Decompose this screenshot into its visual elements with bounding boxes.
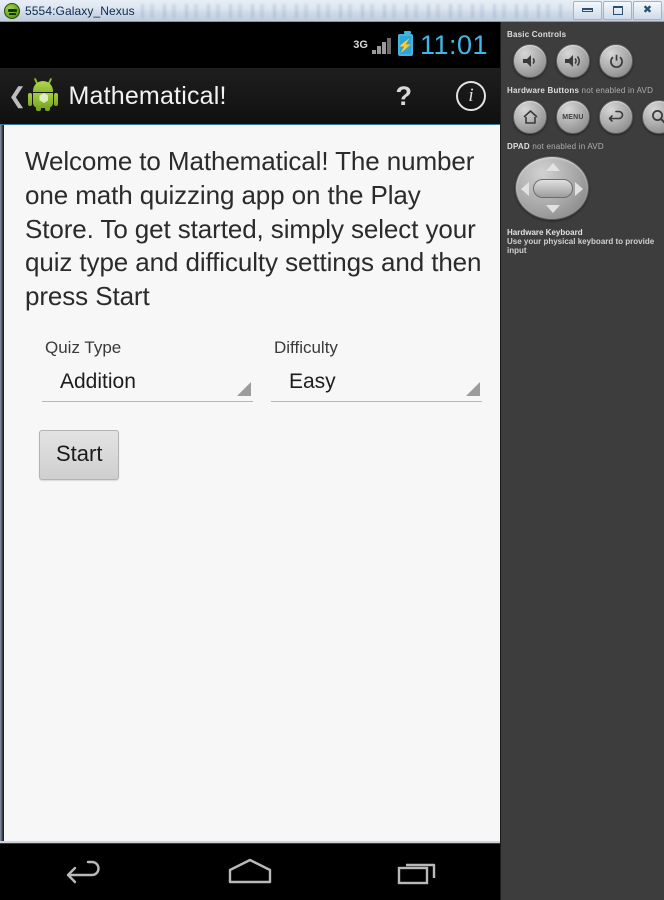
hardware-buttons-row: MENU [507, 100, 664, 134]
volume-down-button[interactable] [513, 44, 547, 78]
android-status-bar: 3G ⚡ 11:01 [0, 22, 500, 68]
nav-recents-button[interactable] [333, 844, 500, 900]
volume-up-button[interactable] [556, 44, 590, 78]
signal-bars-icon [371, 37, 391, 54]
android-robot-icon [28, 77, 59, 111]
nav-home-button[interactable] [167, 844, 334, 900]
difficulty-label: Difficulty [274, 337, 338, 357]
close-icon: ✖ [642, 3, 653, 16]
maximize-icon [612, 5, 623, 15]
dpad-down-icon[interactable] [546, 205, 560, 213]
window-titlebar: 5554:Galaxy_Nexus ✖ [0, 0, 664, 22]
battery-charging-icon: ⚡ [397, 31, 414, 56]
start-button[interactable]: Start [39, 429, 120, 480]
app-content: Welcome to Mathematical! The number one … [4, 125, 500, 865]
app-title: Mathematical! [68, 81, 227, 110]
recents-icon [397, 863, 435, 885]
window-controls: ✖ [572, 0, 662, 21]
difficulty-value: Easy [289, 369, 336, 393]
hardware-buttons-note: not enabled in AVD [581, 86, 654, 95]
welcome-text: Welcome to Mathematical! The number one … [25, 146, 482, 312]
dpad-note: not enabled in AVD [532, 142, 604, 151]
charging-bolt-glyph: ⚡ [397, 37, 414, 53]
android-navigation-bar [0, 843, 500, 900]
nav-back-button[interactable] [0, 844, 167, 900]
power-icon [609, 54, 623, 68]
hw-home-button[interactable] [513, 100, 547, 134]
emulator-control-panel: Basic Controls Hardware Buttons not enab… [500, 22, 664, 900]
maximize-button[interactable] [603, 0, 632, 20]
difficulty-spinner[interactable]: Easy [271, 370, 482, 402]
quiz-type-spinner-group: Quiz Type Addition [42, 338, 253, 402]
app-action-bar: ❮ Mathematical! ? i [0, 68, 500, 125]
quiz-type-label: Quiz Type [45, 337, 122, 357]
dpad-heading: DPAD not enabled in AVD [507, 142, 604, 151]
minimize-icon [582, 8, 593, 12]
dpad-center-button[interactable] [533, 179, 573, 198]
hardware-keyboard-subtitle: Use your physical keyboard to provide in… [507, 237, 655, 255]
dpad-left-icon[interactable] [521, 182, 529, 196]
minimize-button[interactable] [573, 0, 602, 20]
volume-low-icon [522, 55, 535, 67]
home-icon [228, 858, 272, 884]
android-head-icon [4, 2, 20, 19]
emulator-window: 5554:Galaxy_Nexus ✖ Basic Controls Hardw… [0, 0, 664, 900]
network-type-label: 3G [353, 39, 368, 51]
power-button[interactable] [599, 44, 633, 78]
back-arrow-icon [608, 110, 623, 122]
search-icon [652, 110, 664, 124]
dpad-up-icon[interactable] [546, 163, 560, 171]
dpad-right-icon[interactable] [575, 182, 583, 196]
hw-search-button[interactable] [642, 100, 664, 134]
basic-controls-heading: Basic Controls [507, 30, 567, 39]
quiz-type-value: Addition [60, 369, 136, 393]
info-button[interactable]: i [456, 81, 486, 111]
volume-high-icon [564, 55, 580, 67]
hardware-buttons-heading: Hardware Buttons not enabled in AVD [507, 86, 654, 95]
home-icon [522, 110, 538, 124]
close-button[interactable]: ✖ [633, 0, 662, 20]
window-title: 5554:Galaxy_Nexus [25, 3, 135, 18]
phone-screen: 3G ⚡ 11:01 ❮ Mathematical! ? i Welcome t… [0, 22, 500, 900]
dpad-control[interactable] [515, 156, 589, 220]
hw-menu-button[interactable]: MENU [556, 100, 590, 134]
titlebar-reflection [140, 3, 566, 18]
basic-controls-row [507, 44, 658, 78]
chevron-down-icon [237, 381, 251, 396]
settings-row: Quiz Type Addition Difficulty Easy [25, 338, 482, 402]
chevron-down-icon [466, 381, 480, 396]
up-navigation-chevron-icon[interactable]: ❮ [8, 85, 26, 107]
quiz-type-spinner[interactable]: Addition [42, 370, 253, 402]
help-button[interactable]: ? [396, 81, 413, 112]
menu-label: MENU [562, 113, 584, 121]
difficulty-spinner-group: Difficulty Easy [271, 338, 482, 402]
status-bar-clock: 11:01 [419, 29, 488, 60]
hw-back-button[interactable] [599, 100, 633, 134]
back-icon [67, 860, 101, 884]
hardware-keyboard-title: Hardware Keyboard [507, 228, 583, 237]
